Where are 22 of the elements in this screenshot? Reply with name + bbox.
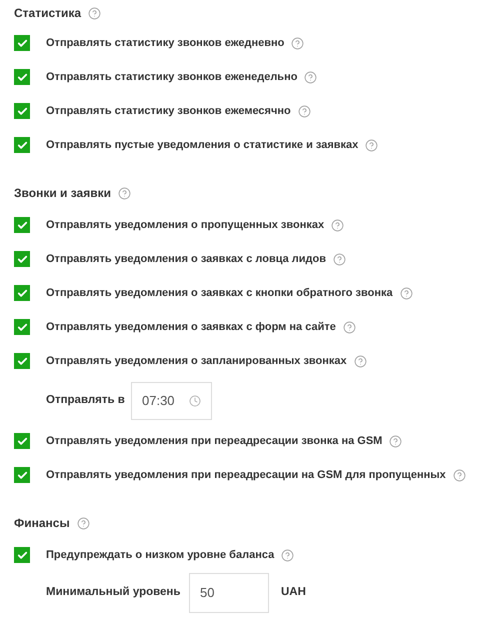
section-title: Финансы — [14, 515, 70, 532]
option-label: Отправлять уведомления о заявках с ловца лидов — [46, 252, 326, 267]
option-label: Отправлять уведомления при переадресации на GSM для пропущенных — [46, 468, 446, 483]
time-field[interactable]: 07:30 — [131, 382, 212, 420]
amount-value: 50 — [200, 584, 214, 602]
option-label: Отправлять уведомления о заявках с форм на сайте — [46, 320, 336, 335]
amount-field[interactable]: 50 — [189, 573, 269, 613]
field-label: Отправлять в — [46, 393, 126, 408]
option-label: Отправлять уведомления о заявках с кнопки обратного звонка — [46, 286, 393, 301]
section-title: Статистика — [14, 5, 82, 22]
option-label: Отправлять уведомления о запланированных звонках — [46, 354, 347, 369]
field-label: Минимальный уровень — [46, 585, 182, 600]
option-label: Отправлять статистику звонков ежедневно — [46, 36, 284, 51]
time-value: 07:30 — [142, 392, 175, 410]
section-title: Звонки и заявки — [14, 185, 111, 202]
option-label: Отправлять пустые уведомления о статистике и заявках — [46, 138, 358, 153]
option-label: Отправлять уведомления о пропущенных звонках — [46, 218, 324, 233]
option-label: Предупреждать о низком уровне баланса — [46, 548, 274, 563]
option-label: Отправлять статистику звонков еженедельно — [46, 70, 298, 85]
option-label: Отправлять уведомления при переадресации звонка на GSM — [46, 434, 382, 449]
option-label: Отправлять статистику звонков ежемесячно — [46, 104, 291, 119]
currency-label: UAH — [281, 585, 306, 600]
